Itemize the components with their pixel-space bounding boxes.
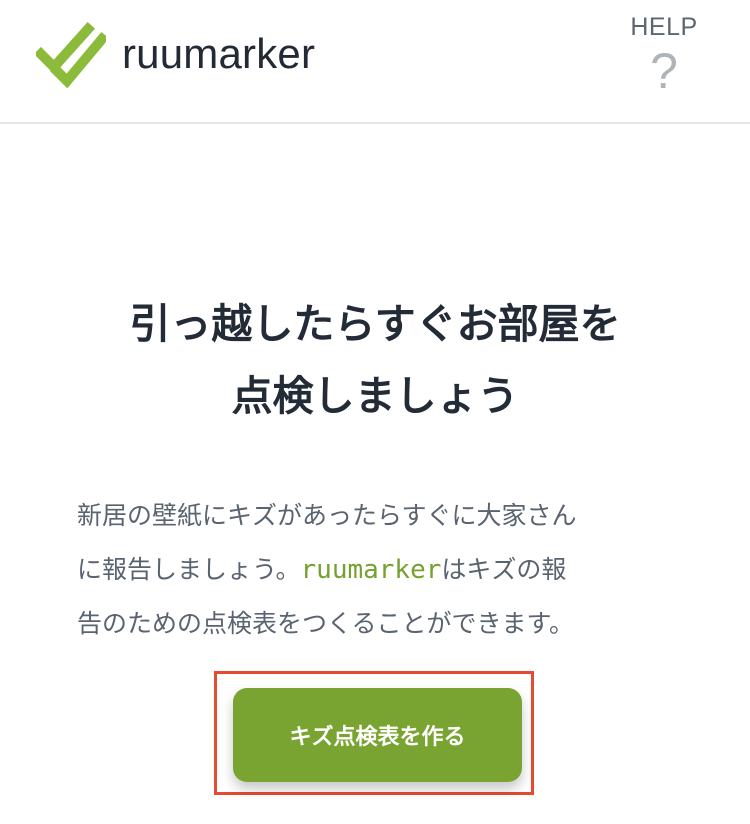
hero-description: 新居の壁紙にキズがあったらすぐに大家さん に報告しましょう。ruumarkerは… [77,489,677,651]
description-text: に報告しましょう。 [77,555,301,584]
description-line: 新居の壁紙にキズがあったらすぐに大家さん [77,501,577,530]
hero-heading-line: 点検しましょう [231,372,519,420]
logo-text: ruumarker [122,30,316,77]
hero-heading-line: 引っ越したらすぐお部屋を [129,300,621,348]
hero-heading: 引っ越したらすぐお部屋を 点検しましょう [28,288,722,432]
question-mark-icon: ? [650,43,678,99]
description-text: はキズの報 [441,555,567,584]
create-inspection-sheet-button[interactable]: キズ点検表を作る [233,688,522,782]
mobile-page: ruumarker HELP ? 引っ越したらすぐお部屋を 点検しましょう 新居… [0,0,750,824]
logo-link[interactable]: ruumarker [36,14,315,94]
help-label: HELP [630,13,698,41]
double-check-icon [36,21,106,89]
main-content: 引っ越したらすぐお部屋を 点検しましょう 新居の壁紙にキズがあったらすぐに大家さ… [0,124,750,824]
description-line: に報告しましょう。ruumarkerはキズの報 [77,543,677,597]
help-button[interactable]: HELP ? [620,12,708,104]
brand-inline-text: ruumarker [300,555,442,585]
description-line: 告のための点検表をつくることができます。 [77,609,575,638]
cta-highlight-frame: キズ点検表を作る [214,671,534,795]
site-header: ruumarker HELP ? [0,0,750,124]
